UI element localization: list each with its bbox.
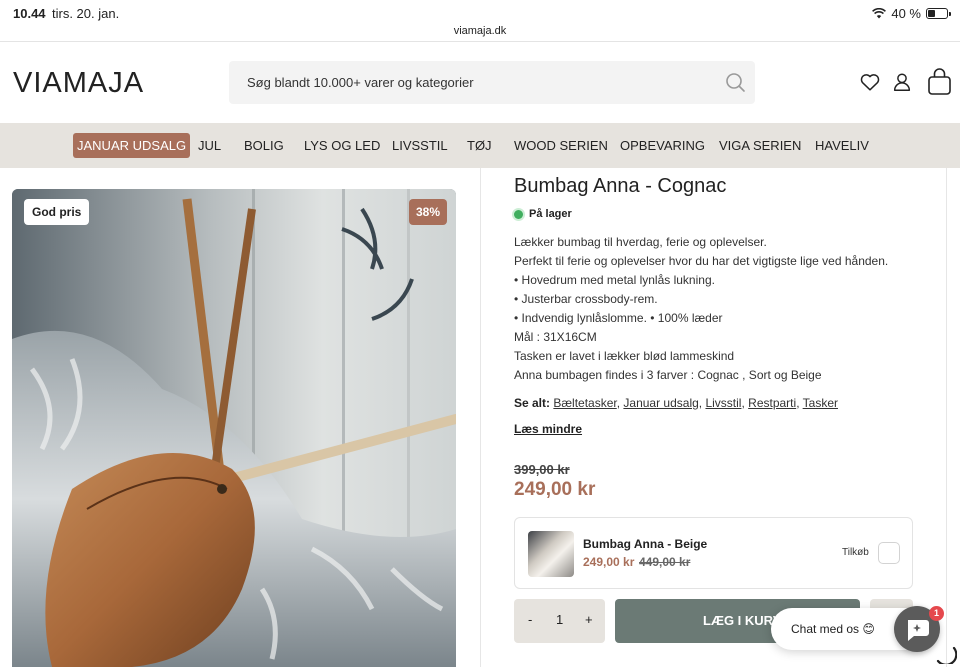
nav-item-toj[interactable]: TØJ: [463, 133, 496, 158]
nav-item-livsstil[interactable]: LIVSSTIL: [388, 133, 452, 158]
addon-name[interactable]: Bumbag Anna - Beige: [583, 537, 707, 551]
wifi-icon: [872, 8, 887, 19]
battery-fill: [928, 10, 935, 17]
nav-item-haveliv[interactable]: HAVELIV: [811, 133, 873, 158]
addon-thumbnail[interactable]: [528, 531, 574, 577]
nav-item-viga-serien[interactable]: VIGA SERIEN: [715, 133, 805, 158]
category-link[interactable]: Restparti: [748, 396, 796, 410]
category-link[interactable]: Livsstil: [705, 396, 741, 410]
site-header: VIAMAJA: [0, 43, 960, 123]
status-bar: 10.44 tirs. 20. jan. 40 %: [0, 0, 960, 24]
good-price-badge: God pris: [24, 199, 90, 225]
addon-product: Bumbag Anna - Beige 249,00 kr 449,00 kr …: [514, 517, 913, 589]
product-photo: [12, 189, 456, 667]
nav-item-jul[interactable]: JUL: [194, 133, 225, 158]
description-line: Lækker bumbag til hverdag, ferie og ople…: [514, 235, 767, 249]
category-link[interactable]: Januar udsalg: [623, 396, 698, 410]
increase-button[interactable]: +: [585, 612, 593, 627]
read-less-link[interactable]: Læs mindre: [514, 422, 582, 436]
battery-percent: 40 %: [891, 6, 921, 21]
search-icon[interactable]: [725, 72, 747, 94]
product-title: Bumbag Anna - Cognac: [514, 175, 727, 197]
description-line: • Hovedrum med metal lynlås lukning.: [514, 273, 715, 287]
stock-label: På lager: [529, 208, 572, 220]
description-line: Tasken er lavet i lækker blød lammeskind: [514, 349, 735, 363]
category-link[interactable]: Tasker: [803, 396, 838, 410]
nav-item-bolig[interactable]: BOLIG: [240, 133, 288, 158]
logo[interactable]: VIAMAJA: [13, 67, 144, 100]
addon-checkbox[interactable]: [878, 542, 900, 564]
description-line: Anna bumbagen findes i 3 farver : Cognac…: [514, 368, 822, 382]
quantity-value[interactable]: 1: [556, 612, 563, 627]
description-line: Mål : 31X16CM: [514, 330, 597, 344]
status-right: 40 %: [872, 6, 951, 21]
search-box[interactable]: [229, 61, 755, 104]
nav-item-opbevaring[interactable]: OPBEVARING: [616, 133, 709, 158]
user-icon[interactable]: [891, 71, 913, 93]
nav-item-januar-udsalg[interactable]: JANUAR UDSALG: [73, 133, 191, 158]
divider: [480, 168, 481, 667]
stock-status: På lager: [514, 208, 572, 220]
url-bar[interactable]: viamaja.dk: [0, 22, 960, 42]
current-price: 249,00 kr: [514, 479, 596, 500]
quantity-stepper: - 1 +: [514, 599, 605, 643]
see-all-label: Se alt:: [514, 396, 551, 410]
chat-notification-badge: 1: [929, 606, 944, 621]
nav-item-wood-serien[interactable]: WOOD SERIEN: [510, 133, 612, 158]
nav-item-lys-og-led[interactable]: LYS OG LED: [300, 133, 384, 158]
heart-icon[interactable]: [859, 71, 881, 93]
battery-icon: [926, 8, 951, 19]
description-line: • Justerbar crossbody-rem.: [514, 292, 658, 306]
category-links: Se alt: Bæltetasker, Januar udsalg, Livs…: [514, 396, 838, 410]
addon-label: Tilkøb: [842, 547, 869, 558]
decrease-button[interactable]: -: [528, 612, 532, 627]
addon-price: 249,00 kr: [583, 555, 635, 569]
product-description: Lækker bumbag til hverdag, ferie og ople…: [514, 233, 934, 385]
divider: [946, 168, 947, 667]
search-input[interactable]: [247, 61, 707, 104]
product-image[interactable]: God pris 38%: [12, 189, 456, 667]
description-line: Perfekt til ferie og oplevelser hvor du …: [514, 254, 889, 268]
loading-spinner-icon: [936, 646, 957, 664]
status-date: tirs. 20. jan.: [52, 6, 120, 21]
in-stock-dot-icon: [514, 209, 523, 219]
main-nav: JANUAR UDSALG JUL BOLIG LYS OG LED LIVSS…: [0, 123, 960, 168]
old-price: 399,00 kr: [514, 462, 570, 477]
discount-badge: 38%: [408, 199, 447, 225]
bag-icon[interactable]: [927, 68, 952, 96]
url-text[interactable]: viamaja.dk: [454, 25, 507, 37]
status-time: 10.44: [13, 6, 46, 21]
addon-old-price: 449,00 kr: [639, 555, 691, 569]
description-line: • Indvendig lynlåslomme. • 100% læder: [514, 311, 723, 325]
category-link[interactable]: Bæltetasker: [553, 396, 616, 410]
